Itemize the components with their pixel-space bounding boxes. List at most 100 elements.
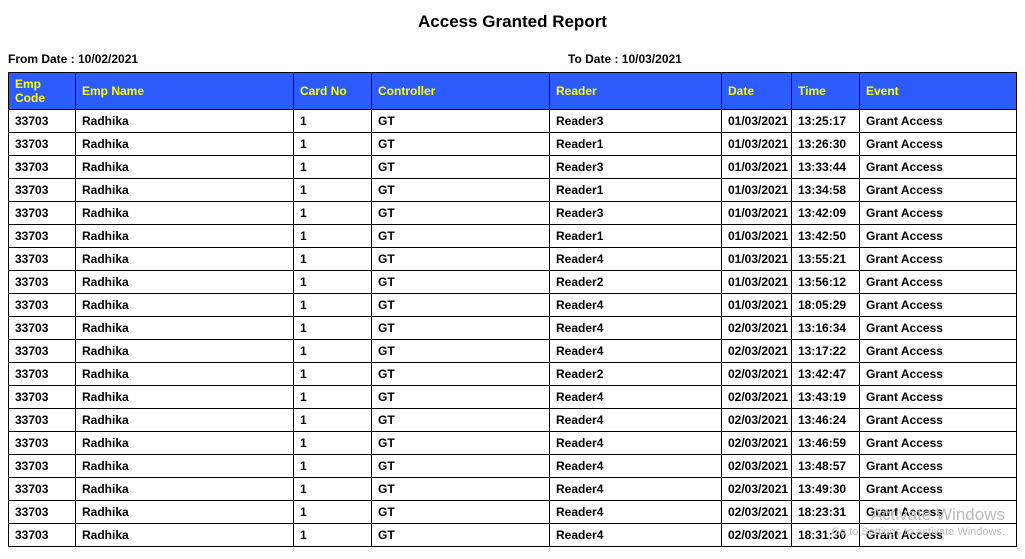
- cell-controller: GT: [372, 386, 550, 409]
- cell-emp-name: Radhika: [76, 386, 294, 409]
- cell-emp-name: Radhika: [76, 202, 294, 225]
- table-row: 33703Radhika1GTReader402/03/202113:46:59…: [9, 432, 1017, 455]
- table-row: 33703Radhika1GTReader402/03/202113:49:30…: [9, 478, 1017, 501]
- cell-date: 02/03/2021: [722, 501, 792, 524]
- cell-date: 02/03/2021: [722, 386, 792, 409]
- cell-card-no: 1: [294, 363, 372, 386]
- table-row: 33703Radhika1GTReader301/03/202113:25:17…: [9, 110, 1017, 133]
- cell-time: 13:46:24: [792, 409, 860, 432]
- cell-emp-code: 33703: [9, 271, 76, 294]
- cell-date: 02/03/2021: [722, 455, 792, 478]
- table-row: 33703Radhika1GTReader301/03/202113:42:09…: [9, 202, 1017, 225]
- table-row: 33703Radhika1GTReader402/03/202113:16:34…: [9, 317, 1017, 340]
- cell-emp-name: Radhika: [76, 363, 294, 386]
- cell-date: 02/03/2021: [722, 432, 792, 455]
- cell-card-no: 1: [294, 432, 372, 455]
- cell-emp-code: 33703: [9, 501, 76, 524]
- cell-emp-code: 33703: [9, 455, 76, 478]
- header-reader: Reader: [550, 73, 722, 110]
- cell-time: 18:31:30: [792, 524, 860, 547]
- cell-date: 01/03/2021: [722, 248, 792, 271]
- cell-card-no: 1: [294, 294, 372, 317]
- cell-card-no: 1: [294, 225, 372, 248]
- cell-card-no: 1: [294, 156, 372, 179]
- cell-emp-name: Radhika: [76, 501, 294, 524]
- cell-reader: Reader1: [550, 133, 722, 156]
- cell-time: 13:33:44: [792, 156, 860, 179]
- header-controller: Controller: [372, 73, 550, 110]
- cell-emp-code: 33703: [9, 317, 76, 340]
- cell-card-no: 1: [294, 524, 372, 547]
- cell-event: Grant Access: [860, 524, 1017, 547]
- cell-date: 02/03/2021: [722, 409, 792, 432]
- cell-event: Grant Access: [860, 294, 1017, 317]
- cell-emp-name: Radhika: [76, 225, 294, 248]
- cell-reader: Reader3: [550, 156, 722, 179]
- cell-time: 13:49:30: [792, 478, 860, 501]
- cell-reader: Reader4: [550, 294, 722, 317]
- cell-time: 18:05:29: [792, 294, 860, 317]
- cell-time: 13:42:09: [792, 202, 860, 225]
- table-row: 33703Radhika1GTReader402/03/202118:23:31…: [9, 501, 1017, 524]
- cell-emp-code: 33703: [9, 179, 76, 202]
- cell-event: Grant Access: [860, 248, 1017, 271]
- cell-time: 13:56:12: [792, 271, 860, 294]
- cell-emp-code: 33703: [9, 432, 76, 455]
- cell-emp-code: 33703: [9, 110, 76, 133]
- cell-date: 01/03/2021: [722, 110, 792, 133]
- cell-reader: Reader3: [550, 202, 722, 225]
- cell-card-no: 1: [294, 409, 372, 432]
- cell-controller: GT: [372, 501, 550, 524]
- cell-emp-name: Radhika: [76, 271, 294, 294]
- cell-reader: Reader4: [550, 386, 722, 409]
- cell-controller: GT: [372, 432, 550, 455]
- cell-time: 13:43:19: [792, 386, 860, 409]
- cell-date: 02/03/2021: [722, 478, 792, 501]
- cell-reader: Reader4: [550, 432, 722, 455]
- cell-card-no: 1: [294, 110, 372, 133]
- cell-emp-code: 33703: [9, 409, 76, 432]
- header-card-no: Card No: [294, 73, 372, 110]
- cell-event: Grant Access: [860, 317, 1017, 340]
- cell-reader: Reader3: [550, 110, 722, 133]
- cell-reader: Reader4: [550, 317, 722, 340]
- cell-date: 01/03/2021: [722, 294, 792, 317]
- cell-event: Grant Access: [860, 110, 1017, 133]
- cell-card-no: 1: [294, 386, 372, 409]
- cell-controller: GT: [372, 271, 550, 294]
- cell-emp-code: 33703: [9, 156, 76, 179]
- cell-reader: Reader1: [550, 179, 722, 202]
- cell-date: 02/03/2021: [722, 524, 792, 547]
- cell-controller: GT: [372, 225, 550, 248]
- cell-date: 02/03/2021: [722, 317, 792, 340]
- cell-date: 01/03/2021: [722, 271, 792, 294]
- cell-time: 13:26:30: [792, 133, 860, 156]
- cell-event: Grant Access: [860, 156, 1017, 179]
- cell-card-no: 1: [294, 133, 372, 156]
- cell-card-no: 1: [294, 248, 372, 271]
- cell-emp-name: Radhika: [76, 156, 294, 179]
- cell-event: Grant Access: [860, 501, 1017, 524]
- cell-emp-name: Radhika: [76, 248, 294, 271]
- cell-reader: Reader4: [550, 501, 722, 524]
- cell-emp-code: 33703: [9, 363, 76, 386]
- cell-controller: GT: [372, 156, 550, 179]
- cell-controller: GT: [372, 455, 550, 478]
- cell-date: 01/03/2021: [722, 202, 792, 225]
- table-row: 33703Radhika1GTReader402/03/202113:43:19…: [9, 386, 1017, 409]
- cell-emp-code: 33703: [9, 248, 76, 271]
- cell-time: 13:17:22: [792, 340, 860, 363]
- cell-emp-name: Radhika: [76, 133, 294, 156]
- table-header-row: Emp Code Emp Name Card No Controller Rea…: [9, 73, 1017, 110]
- cell-date: 02/03/2021: [722, 340, 792, 363]
- cell-emp-code: 33703: [9, 340, 76, 363]
- cell-event: Grant Access: [860, 432, 1017, 455]
- cell-event: Grant Access: [860, 409, 1017, 432]
- cell-emp-code: 33703: [9, 294, 76, 317]
- to-date-label: To Date : 10/03/2021: [568, 52, 1017, 66]
- cell-event: Grant Access: [860, 340, 1017, 363]
- cell-emp-name: Radhika: [76, 478, 294, 501]
- table-row: 33703Radhika1GTReader301/03/202113:33:44…: [9, 156, 1017, 179]
- header-time: Time: [792, 73, 860, 110]
- header-date: Date: [722, 73, 792, 110]
